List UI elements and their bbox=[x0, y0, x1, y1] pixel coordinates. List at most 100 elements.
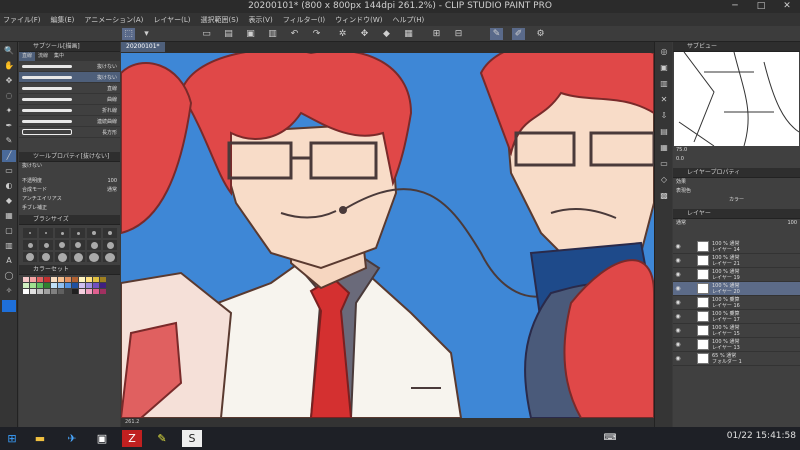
stabilization-row[interactable]: 手ブレ補正 bbox=[19, 204, 120, 213]
color-swatch[interactable] bbox=[86, 289, 92, 294]
brush-item[interactable]: 抜けない bbox=[19, 61, 120, 72]
menu-filter[interactable]: フィルター(I) bbox=[283, 15, 325, 25]
color-swatch[interactable] bbox=[65, 277, 71, 282]
brush-item[interactable]: 曲線 bbox=[19, 94, 120, 105]
layer-row[interactable]: ◉ 100 % 通常 レイヤー 19 bbox=[673, 268, 800, 282]
color-swatch[interactable] bbox=[23, 277, 29, 282]
delete-layer-icon[interactable]: ✕ bbox=[657, 94, 671, 106]
layer-row[interactable]: ◉ 100 % 乗算 レイヤー 17 bbox=[673, 310, 800, 324]
color-swatch[interactable] bbox=[30, 289, 36, 294]
menu-layer[interactable]: レイヤー(L) bbox=[153, 15, 190, 25]
menu-edit[interactable]: 編集(E) bbox=[51, 15, 75, 25]
angle-row[interactable]: 0.0 bbox=[673, 155, 800, 164]
color-swatch[interactable] bbox=[100, 277, 106, 282]
layer-row[interactable]: ◉ 65 % 通常 フォルダー 1 bbox=[673, 352, 800, 366]
color-swatch[interactable] bbox=[93, 283, 99, 288]
color-swatch[interactable] bbox=[51, 289, 57, 294]
menu-window[interactable]: ウィンドウ(W) bbox=[335, 15, 382, 25]
editor-icon[interactable]: ✎ bbox=[152, 430, 172, 447]
color-swatch[interactable] bbox=[65, 289, 71, 294]
expression-color-select[interactable]: カラー bbox=[673, 196, 800, 205]
color-swatch[interactable] bbox=[72, 283, 78, 288]
eye-icon[interactable]: ◉ bbox=[673, 299, 683, 306]
color-icon[interactable] bbox=[2, 300, 16, 312]
blend-icon[interactable]: ◐ bbox=[2, 180, 16, 192]
brush-item[interactable]: 連続曲線 bbox=[19, 116, 120, 127]
fill-tool-icon[interactable]: ◆ bbox=[2, 195, 16, 207]
layer-blend-row[interactable]: 通常 100 bbox=[673, 219, 800, 228]
color-swatch[interactable] bbox=[51, 283, 57, 288]
eyedropper-icon[interactable]: ✒ bbox=[2, 120, 16, 132]
figure-icon[interactable]: ▢ bbox=[2, 225, 16, 237]
navigator-icon[interactable]: ◎ bbox=[657, 46, 671, 58]
balloon-icon[interactable]: ◯ bbox=[2, 270, 16, 282]
color-swatch[interactable] bbox=[30, 283, 36, 288]
keyboard-icon[interactable]: ⌨ bbox=[600, 430, 620, 447]
eye-icon[interactable]: ◉ bbox=[673, 271, 683, 278]
color-swatch[interactable] bbox=[100, 283, 106, 288]
color-swatch[interactable] bbox=[23, 289, 29, 294]
pen-icon[interactable]: ✎ bbox=[490, 28, 503, 40]
drawing-canvas[interactable] bbox=[121, 53, 654, 418]
frame-icon[interactable]: ▥ bbox=[2, 240, 16, 252]
antialias-row[interactable]: アンチエイリアス bbox=[19, 195, 120, 204]
eye-icon[interactable]: ◉ bbox=[673, 355, 683, 362]
color-swatch[interactable] bbox=[58, 283, 64, 288]
merge-icon[interactable]: ⇩ bbox=[657, 110, 671, 122]
color-swatch[interactable] bbox=[44, 283, 50, 288]
menu-animation[interactable]: アニメーション(A) bbox=[84, 15, 143, 25]
brush-item[interactable]: 折れ線 bbox=[19, 105, 120, 116]
eraser-icon[interactable]: ▭ bbox=[2, 165, 16, 177]
menu-help[interactable]: ヘルプ(H) bbox=[392, 15, 424, 25]
fill-icon[interactable]: ◆ bbox=[380, 28, 393, 40]
layer-row[interactable]: ◉ 100 % 通常 レイヤー 13 bbox=[673, 338, 800, 352]
color-swatch[interactable] bbox=[65, 283, 71, 288]
clear-icon[interactable]: ✲ bbox=[336, 28, 349, 40]
eye-icon[interactable]: ◉ bbox=[673, 257, 683, 264]
lock-icon[interactable]: ▭ bbox=[657, 158, 671, 170]
color-swatch[interactable] bbox=[93, 277, 99, 282]
color-swatch[interactable] bbox=[30, 277, 36, 282]
color-swatch[interactable] bbox=[79, 283, 85, 288]
tab-focus[interactable]: 集中 bbox=[51, 52, 67, 61]
color-swatch[interactable] bbox=[37, 289, 43, 294]
maximize-button[interactable]: □ bbox=[748, 0, 774, 13]
color-swatch[interactable] bbox=[23, 283, 29, 288]
windows-start-icon[interactable]: ⊞ bbox=[2, 430, 22, 447]
eye-icon[interactable]: ◉ bbox=[673, 327, 683, 334]
clip-studio-icon[interactable]: S bbox=[182, 430, 202, 447]
layer-row[interactable]: ◉ 100 % 通常 レイヤー 15 bbox=[673, 324, 800, 338]
brush-size-grid[interactable] bbox=[19, 225, 120, 265]
layer-mask-icon[interactable]: ▥ bbox=[657, 78, 671, 90]
app-icon[interactable]: ▣ bbox=[92, 430, 112, 447]
layer-row[interactable]: ◉ 100 % 通常 レイヤー 14 bbox=[673, 240, 800, 254]
document-tab[interactable]: 20200101* bbox=[121, 42, 165, 52]
zoom-icon[interactable]: 🔍 bbox=[2, 45, 16, 57]
file-explorer-icon[interactable]: ▬ bbox=[30, 430, 50, 447]
color-swatch[interactable] bbox=[79, 277, 85, 282]
app-icon[interactable]: ✈ bbox=[62, 430, 82, 447]
menu-view[interactable]: 表示(V) bbox=[248, 15, 272, 25]
settings-icon[interactable]: ⚙ bbox=[534, 28, 547, 40]
open-icon[interactable]: ▤ bbox=[222, 28, 235, 40]
tab-straight[interactable]: 直線 bbox=[19, 52, 36, 61]
color-swatch[interactable] bbox=[79, 289, 85, 294]
line-tool-icon[interactable]: ╱ bbox=[2, 150, 16, 162]
layer-row[interactable]: ◉ 100 % 乗算 レイヤー 16 bbox=[673, 296, 800, 310]
new-layer-icon[interactable]: ▣ bbox=[657, 62, 671, 74]
fill-layer-icon[interactable]: ▩ bbox=[657, 190, 671, 202]
brush-item[interactable]: 長方形 bbox=[19, 127, 120, 138]
transform-icon[interactable]: ✥ bbox=[358, 28, 371, 40]
eye-icon[interactable]: ◉ bbox=[673, 341, 683, 348]
ruler-icon[interactable]: ⊟ bbox=[452, 28, 465, 40]
correct-icon[interactable]: ✧ bbox=[2, 285, 16, 297]
color-swatch[interactable] bbox=[93, 289, 99, 294]
subview-preview[interactable] bbox=[674, 52, 799, 146]
color-swatch[interactable] bbox=[86, 283, 92, 288]
copy-layer-icon[interactable]: ▤ bbox=[657, 126, 671, 138]
brush-icon[interactable]: ✐ bbox=[512, 28, 525, 40]
undo-icon[interactable]: ↶ bbox=[288, 28, 301, 40]
gradient-icon[interactable]: ▦ bbox=[2, 210, 16, 222]
color-swatch[interactable] bbox=[44, 277, 50, 282]
color-swatch[interactable] bbox=[37, 283, 43, 288]
